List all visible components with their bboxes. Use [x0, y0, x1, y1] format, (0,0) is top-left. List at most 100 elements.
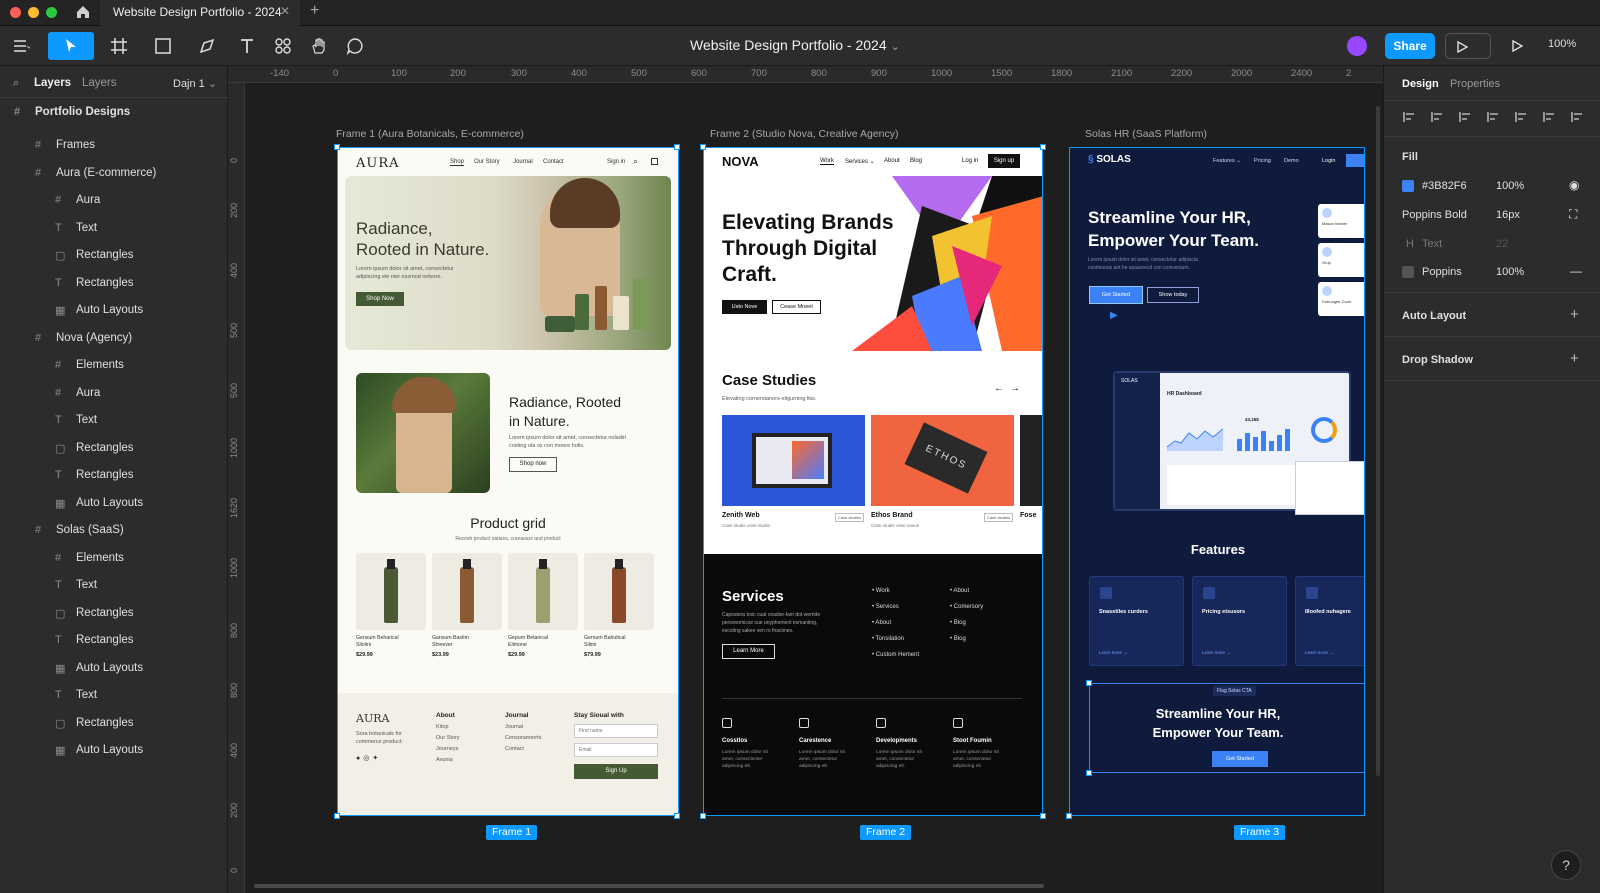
aura-signup-button[interactable]: Sign Up — [574, 764, 658, 779]
footer-link[interactable]: Censoramerrts — [505, 735, 541, 741]
footer-link[interactable]: Avunia — [436, 757, 453, 763]
font-family[interactable]: Poppins Bold — [1402, 209, 1467, 221]
product-card-image[interactable] — [432, 553, 502, 630]
feature-link[interactable]: Learn more → — [1202, 650, 1231, 655]
service-link[interactable]: • Blog — [950, 620, 966, 626]
align-right-icon[interactable] — [1458, 110, 1472, 124]
height-value[interactable]: 22 — [1496, 238, 1508, 250]
nova-learn-more-button[interactable]: Learn More — [722, 644, 775, 659]
aura-nav-our-story[interactable]: Our Story — [474, 159, 500, 165]
fill-swatch[interactable] — [1402, 180, 1414, 192]
nova-nav-work[interactable]: Work — [820, 158, 834, 165]
document-title[interactable]: Website Design Portfolio - 2024 ⌄ — [690, 37, 900, 53]
expand-icon[interactable]: ⛶ — [1569, 207, 1577, 222]
case-name[interactable]: Zenith Web — [722, 512, 760, 519]
search-icon[interactable]: ⌕ — [13, 77, 19, 90]
present-menu-button[interactable] — [1445, 33, 1491, 59]
fill-opacity[interactable]: 100% — [1496, 180, 1524, 192]
product-card-image[interactable] — [584, 553, 654, 630]
service-link[interactable]: • About — [872, 620, 891, 626]
help-button[interactable]: ? — [1551, 850, 1581, 880]
share-button[interactable]: Share — [1385, 33, 1435, 59]
solas-nav-features[interactable]: Features ⌄ — [1213, 158, 1241, 164]
page-select[interactable]: Dajn 1 ⌄ — [173, 77, 217, 90]
feature-card[interactable]: Snasstiles curders Learn more → — [1089, 576, 1184, 666]
frame-aura[interactable]: AURA Shop Our Story Journal Contact Sign… — [337, 147, 679, 816]
nova-nav-blog[interactable]: Blog — [910, 158, 922, 164]
pen-tool-icon[interactable] — [192, 32, 222, 60]
footer-link[interactable]: Kitop — [436, 724, 449, 730]
align-middle-icon[interactable] — [1514, 110, 1528, 124]
solas-cta-button[interactable]: Get Started — [1212, 751, 1268, 767]
arrow-right-icon[interactable]: → — [1010, 383, 1020, 394]
social-icons[interactable]: ●◎✦ — [356, 754, 381, 762]
resize-handle[interactable] — [1040, 813, 1046, 819]
height-text[interactable]: Text — [1422, 238, 1442, 250]
font-family-2[interactable]: Poppins — [1422, 266, 1462, 278]
resize-handle[interactable] — [334, 813, 340, 819]
aura-shop-button-2[interactable]: Shop now — [509, 457, 557, 472]
horizontal-scrollbar[interactable] — [254, 884, 1044, 888]
tab-design[interactable]: Design — [1402, 78, 1439, 90]
font-swatch[interactable] — [1402, 266, 1414, 278]
frame-1-badge[interactable]: Frame 1 — [486, 825, 538, 840]
resize-handle[interactable] — [1066, 813, 1072, 819]
tab-layers-secondary[interactable]: Layers — [82, 77, 117, 89]
frame-nova[interactable]: NOVA Work Services ⌄ About Blog Log in S… — [703, 147, 1043, 816]
resize-handle[interactable] — [1040, 144, 1046, 150]
search-icon[interactable]: ⌕ — [633, 156, 638, 167]
text-tool-icon[interactable] — [232, 32, 262, 60]
frame-1-label[interactable]: Frame 1 (Aura Botanicals, E-commerce) — [336, 128, 524, 140]
align-bottom-icon[interactable] — [1542, 110, 1556, 124]
footer-link[interactable]: Contact — [505, 746, 524, 752]
frame-3-badge[interactable]: Frame 3 — [1234, 825, 1286, 840]
solas-nav-demo[interactable]: Demo — [1284, 158, 1299, 164]
frame-3-label[interactable]: Solas HR (SaaS Platform) — [1085, 128, 1207, 140]
nova-login[interactable]: Log in — [962, 158, 978, 164]
service-link[interactable]: • Blog — [950, 636, 966, 642]
solas-show-button[interactable]: Show today — [1147, 287, 1199, 303]
zoom-level[interactable]: 100% — [1548, 38, 1576, 50]
solas-nav-pricing[interactable]: Pricing — [1254, 158, 1271, 164]
frame-tool-icon[interactable] — [104, 32, 134, 60]
frame-2-badge[interactable]: Frame 2 — [860, 825, 912, 840]
email-input[interactable] — [574, 743, 658, 757]
service-link[interactable]: • Services — [872, 604, 899, 610]
case-name[interactable]: Fose — [1020, 512, 1036, 519]
align-left-icon[interactable] — [1402, 110, 1416, 124]
maximize-window-button[interactable] — [46, 7, 57, 18]
resize-handle[interactable] — [674, 813, 680, 819]
home-icon[interactable] — [75, 4, 93, 22]
nova-nav-about[interactable]: About — [884, 158, 900, 164]
minimize-window-button[interactable] — [28, 7, 39, 18]
canvas[interactable]: -140 0 100 200 300 400 500 600 700 800 900 1000 1500… — [228, 66, 1383, 893]
tab-properties[interactable]: Properties — [1450, 78, 1500, 90]
new-tab-button[interactable]: + — [310, 2, 319, 20]
solas-login[interactable]: Login — [1322, 158, 1335, 164]
nova-signup-button[interactable]: Sign up — [988, 154, 1020, 168]
main-menu-icon[interactable] — [6, 32, 36, 60]
solas-cta-top[interactable] — [1346, 154, 1364, 167]
feature-card[interactable]: Illoofed nuhagere Learn more → — [1295, 576, 1364, 666]
nova-cta-2[interactable]: Cease Mneet — [772, 300, 821, 314]
feature-card[interactable]: Pricing etsusors Learn more → — [1192, 576, 1287, 666]
align-top-icon[interactable] — [1486, 110, 1500, 124]
move-tool-icon[interactable] — [48, 32, 94, 60]
minus-icon[interactable]: — — [1570, 264, 1582, 278]
eye-icon[interactable]: ◉ — [1569, 178, 1579, 192]
resize-handle[interactable] — [674, 144, 680, 150]
document-tab[interactable]: Website Design Portfolio - 2024 ✕ — [100, 0, 300, 26]
feature-link[interactable]: Learn more → — [1099, 650, 1128, 655]
service-link[interactable]: • About — [950, 588, 969, 594]
shape-tool-icon[interactable] — [148, 32, 178, 60]
footer-link[interactable]: Journeys — [436, 746, 458, 752]
components-tool-icon[interactable] — [268, 32, 298, 60]
first-name-input[interactable] — [574, 724, 658, 738]
service-link[interactable]: • Comersory — [950, 604, 983, 610]
comment-tool-icon[interactable] — [340, 32, 370, 60]
resize-handle[interactable] — [1086, 680, 1092, 686]
nova-cta-1[interactable]: Usto Nove — [722, 300, 767, 314]
close-window-button[interactable] — [10, 7, 21, 18]
service-link[interactable]: • Tonsilation — [872, 636, 904, 642]
close-tab-icon[interactable]: ✕ — [280, 4, 290, 18]
